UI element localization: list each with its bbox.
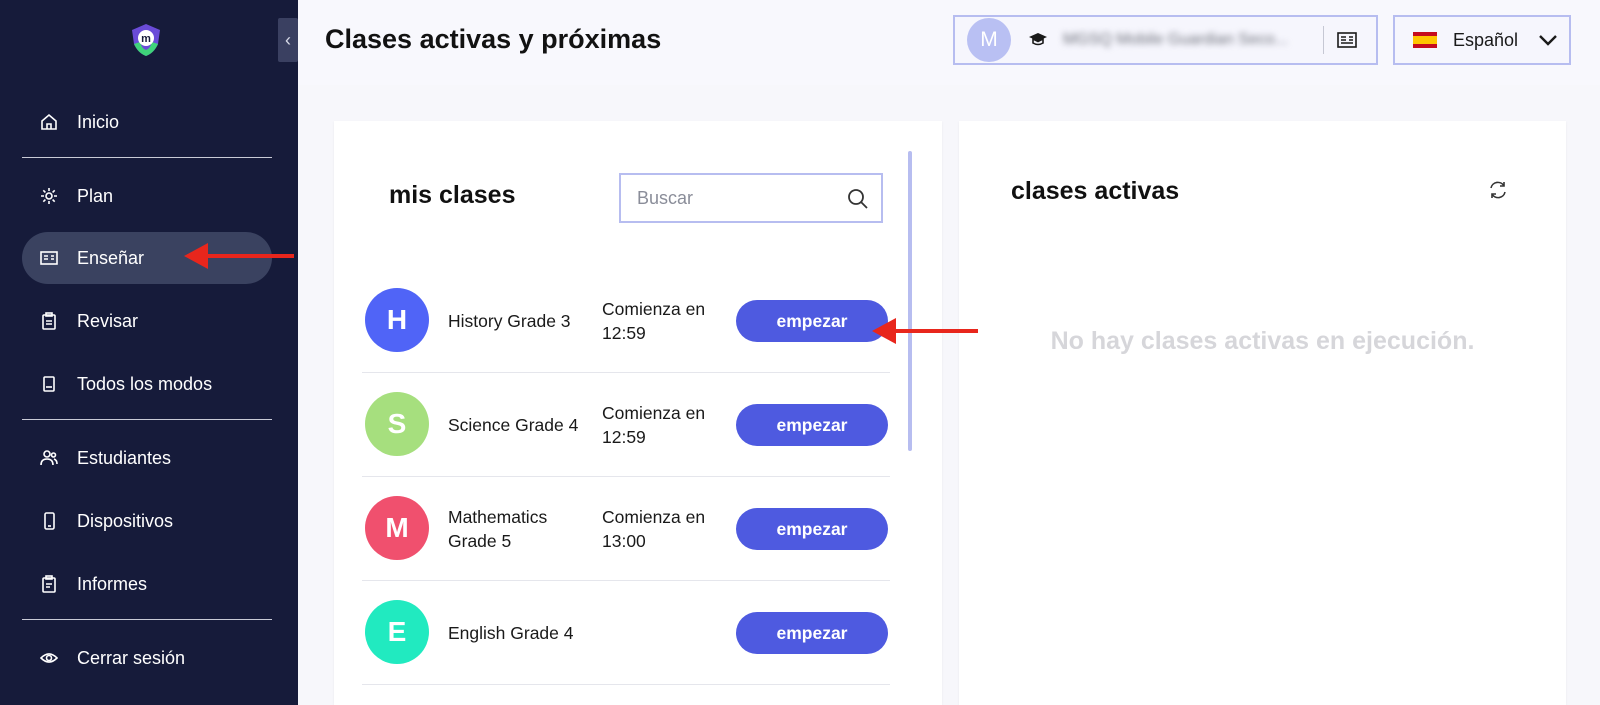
- sidebar-item-label: Plan: [77, 185, 114, 206]
- language-label: Español: [1453, 29, 1519, 50]
- sidebar-item-todos-los-modos[interactable]: Todos los modos: [22, 358, 272, 410]
- class-start-time: Comienza en 13:00: [602, 507, 706, 551]
- sidebar-item-plan[interactable]: Plan: [22, 170, 272, 222]
- class-avatar: S: [365, 392, 429, 456]
- sidebar-item-label: Informes: [77, 573, 148, 594]
- clipboard-icon: [40, 312, 58, 330]
- class-name: History Grade 3: [448, 311, 571, 331]
- mobile-guardian-logo[interactable]: m: [128, 22, 164, 58]
- sidebar-item-label: Cerrar sesión: [77, 647, 186, 668]
- sidebar-item-label: Dispositivos: [77, 510, 174, 531]
- sidebar-divider: [22, 619, 272, 620]
- spain-flag-icon: [1413, 32, 1437, 48]
- sidebar-item-label: Revisar: [77, 310, 139, 331]
- separator: [1323, 26, 1324, 54]
- gear-icon: [40, 187, 58, 205]
- active-classes-title: clases activas: [1011, 177, 1180, 205]
- class-start-time: [602, 581, 722, 685]
- sidebar: m ‹ Inicio Plan Enseñar Revisar Todos lo…: [0, 0, 298, 705]
- document-icon: [40, 375, 58, 393]
- eye-icon: [40, 649, 58, 667]
- sidebar-item-label: Todos los modos: [77, 373, 213, 394]
- teach-board-icon: [40, 249, 58, 267]
- sidebar-item-label: Enseñar: [77, 247, 145, 268]
- svg-text:m: m: [141, 33, 151, 45]
- start-class-button[interactable]: empezar: [736, 508, 888, 550]
- search-input[interactable]: [637, 187, 837, 209]
- search-icon[interactable]: [847, 188, 869, 210]
- empty-state-message: No hay clases activas en ejecución.: [1050, 327, 1475, 355]
- class-name: Mathematics Grade 5: [448, 507, 548, 551]
- active-classes-card: clases activas No hay clases activas en …: [959, 121, 1566, 705]
- class-row: E English Grade 4 empezar: [362, 581, 890, 685]
- sidebar-divider: [22, 157, 272, 158]
- sidebar-divider: [22, 419, 272, 420]
- class-avatar: M: [365, 496, 429, 560]
- my-classes-title: mis clases: [389, 181, 516, 209]
- sidebar-item-label: Estudiantes: [77, 447, 172, 468]
- search-box[interactable]: [619, 173, 883, 223]
- sidebar-item-inicio[interactable]: Inicio: [22, 96, 272, 148]
- class-name: English Grade 4: [448, 623, 574, 643]
- students-icon: [40, 449, 58, 467]
- sidebar-item-ensenar[interactable]: Enseñar: [22, 232, 272, 284]
- scrollbar[interactable]: [908, 151, 912, 451]
- language-selector[interactable]: Español: [1393, 15, 1571, 65]
- class-avatar: E: [365, 600, 429, 664]
- sidebar-item-revisar[interactable]: Revisar: [22, 295, 272, 347]
- school-name: MGSQ Mobile Guardian Seco...: [1063, 31, 1288, 48]
- sidebar-item-cerrar-sesion[interactable]: Cerrar sesión: [22, 632, 272, 684]
- my-classes-card: mis clases H History Grade 3 Comienza en…: [334, 121, 942, 705]
- class-start-time: Comienza en 12:59: [602, 299, 706, 343]
- annotation-arrow: [184, 243, 294, 269]
- chevron-down-icon: [1538, 33, 1558, 47]
- header: Clases activas y próximas M MGSQ Mobile …: [298, 0, 1600, 85]
- class-row: S Science Grade 4 Comienza en 12:59 empe…: [362, 373, 890, 477]
- graduation-cap-icon: [1027, 29, 1049, 51]
- class-start-time: Comienza en 12:59: [602, 403, 706, 447]
- collapse-sidebar-button[interactable]: ‹: [278, 18, 298, 62]
- annotation-arrow: [872, 318, 978, 344]
- page-title: Clases activas y próximas: [325, 24, 662, 54]
- start-class-button[interactable]: empezar: [736, 404, 888, 446]
- id-card-icon[interactable]: [1336, 29, 1358, 51]
- class-avatar: H: [365, 288, 429, 352]
- user-school-selector[interactable]: M MGSQ Mobile Guardian Seco...: [953, 15, 1378, 65]
- class-row: M Mathematics Grade 5 Comienza en 13:00 …: [362, 477, 890, 581]
- phone-icon: [40, 512, 58, 530]
- start-class-button[interactable]: empezar: [736, 612, 888, 654]
- avatar: M: [967, 18, 1011, 62]
- sidebar-item-estudiantes[interactable]: Estudiantes: [22, 432, 272, 484]
- report-icon: [40, 575, 58, 593]
- sidebar-item-informes[interactable]: Informes: [22, 558, 272, 610]
- class-name: Science Grade 4: [448, 415, 579, 435]
- refresh-icon[interactable]: [1487, 179, 1509, 201]
- sidebar-item-dispositivos[interactable]: Dispositivos: [22, 495, 272, 547]
- class-row: H History Grade 3 Comienza en 12:59 empe…: [362, 269, 890, 373]
- chevron-left-icon: ‹: [285, 29, 291, 50]
- sidebar-item-label: Inicio: [77, 111, 120, 132]
- home-icon: [40, 113, 58, 131]
- start-class-button[interactable]: empezar: [736, 300, 888, 342]
